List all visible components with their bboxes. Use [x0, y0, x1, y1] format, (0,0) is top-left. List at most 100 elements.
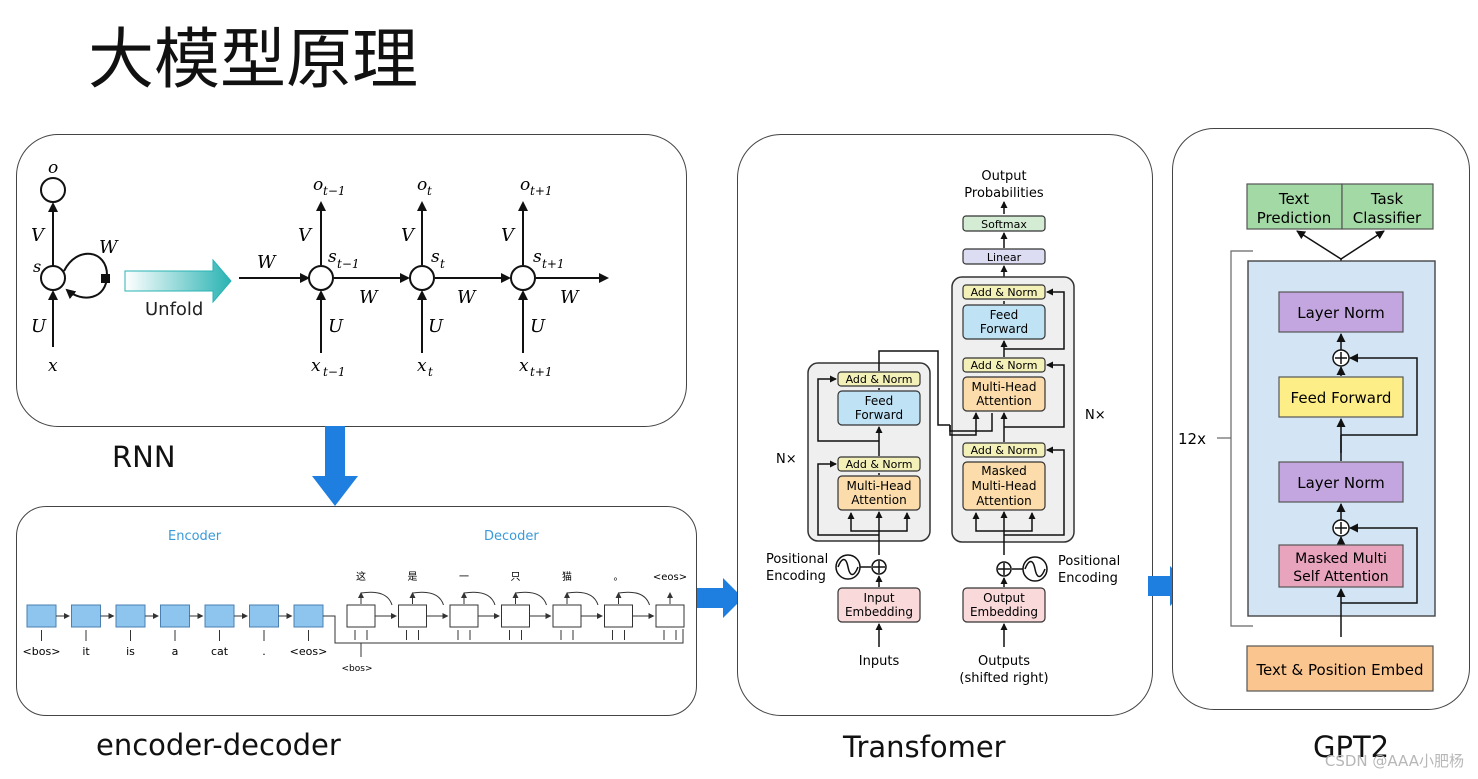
svg-text:o: o [520, 175, 530, 195]
decoder-positional-label: Positional [1058, 554, 1120, 569]
rnn-v-label: V [31, 225, 46, 246]
svg-text:o: o [417, 175, 427, 195]
encoder-nx-label: N× [776, 452, 797, 467]
decoder-cell: 一 [449, 572, 500, 640]
svg-text:U: U [428, 316, 444, 337]
rnn-o-node [40, 177, 66, 203]
svg-text:Softmax: Softmax [981, 218, 1027, 231]
svg-text:(shifted right): (shifted right) [959, 671, 1048, 686]
svg-text:o: o [313, 175, 323, 195]
rnn-caption: RNN [112, 440, 176, 474]
repeat-label: 12x [1178, 430, 1206, 448]
unfold-label: Unfold [145, 299, 203, 320]
svg-text:t−1: t−1 [337, 257, 360, 271]
encoder-cell: <eos> [290, 604, 328, 658]
encoder-positional-label: Positional [766, 552, 828, 567]
encoder-token: a [172, 645, 179, 658]
svg-text:Encoding: Encoding [1058, 571, 1118, 586]
encdec-caption: encoder-decoder [96, 728, 341, 762]
decoder-cell: <eos> [653, 572, 687, 640]
encoder-token: <eos> [290, 645, 328, 658]
decoder-token: <eos> [653, 572, 687, 583]
transformer-caption: Transfomer [843, 730, 1006, 764]
svg-text:x: x [417, 356, 427, 376]
decoder-cell: 只 [501, 572, 552, 640]
svg-text:Encoding: Encoding [766, 569, 826, 584]
decoder-cell: 是 [398, 571, 449, 640]
decoder-cell: 猫 [552, 570, 603, 640]
svg-text:W: W [257, 252, 277, 273]
svg-text:Forward: Forward [980, 322, 1028, 336]
rnn-panel: o V s W U x Unfold W V U o t−1 s t−1 x t… [16, 134, 687, 427]
svg-text:Add & Norm: Add & Norm [846, 373, 913, 386]
svg-text:Layer Norm: Layer Norm [1297, 474, 1385, 492]
svg-text:U: U [328, 316, 344, 337]
unfold-arrow [124, 258, 232, 304]
svg-text:V: V [401, 225, 416, 246]
svg-text:t−1: t−1 [323, 365, 346, 379]
svg-text:Multi-Head: Multi-Head [971, 479, 1036, 493]
svg-text:Add & Norm: Add & Norm [971, 359, 1038, 372]
encoder-cell: <bos> [23, 604, 70, 658]
svg-text:t: t [427, 184, 432, 198]
svg-text:Text: Text [1278, 190, 1309, 208]
svg-text:s: s [328, 247, 337, 267]
rnn-u-label: U [31, 316, 47, 337]
decoder-token: 这 [356, 570, 366, 583]
watermark: CSDN @AAA小肥杨 [1324, 752, 1464, 770]
svg-text:x: x [519, 356, 529, 376]
rnn-s-label: s [33, 257, 41, 276]
svg-text:t: t [440, 257, 445, 271]
svg-text:s: s [533, 247, 542, 267]
rnn-x-label: x [48, 356, 58, 376]
rnn-o-label: o [48, 158, 58, 178]
gpt2-panel: Text Prediction Task Classifier 12x Laye… [1172, 128, 1470, 710]
encoder-token: cat [211, 645, 229, 658]
svg-text:t: t [428, 365, 433, 379]
decoder-token: 只 [511, 572, 521, 583]
svg-text:Add & Norm: Add & Norm [846, 458, 913, 471]
svg-text:Classifier: Classifier [1353, 209, 1422, 227]
svg-text:Feed: Feed [865, 394, 894, 408]
svg-text:W: W [359, 287, 379, 308]
decoder-token: 。 [614, 572, 624, 583]
svg-text:V: V [501, 225, 516, 246]
encoder-cell: it [71, 604, 115, 658]
inputs-label: Inputs [859, 654, 900, 669]
svg-text:Add & Norm: Add & Norm [971, 286, 1038, 299]
svg-text:Masked: Masked [981, 464, 1026, 478]
rnn-s-node [40, 265, 66, 291]
encoder-token: it [82, 645, 90, 658]
svg-text:W: W [457, 287, 477, 308]
transformer-diagram: Output Probabilities Softmax Linear N× A… [766, 169, 1120, 686]
svg-text:Masked Multi: Masked Multi [1295, 551, 1387, 567]
encoder-decoder-panel: Encoder Decoder <bos> it is a cat. <eos> 这 是 一 只… [16, 506, 697, 716]
decoder-cell: 。 [604, 572, 655, 640]
down-arrow [312, 426, 358, 506]
outputs-label: Outputs [978, 654, 1030, 669]
svg-text:Multi-Head: Multi-Head [971, 380, 1036, 394]
rnn-diagram: o V s W U x Unfold W V U o t−1 s t−1 x t… [31, 158, 609, 379]
decoder-cell: 这 [346, 570, 397, 640]
svg-text:t+1: t+1 [530, 184, 553, 198]
svg-text:Task: Task [1370, 190, 1404, 208]
encoder-token: is [126, 645, 135, 658]
svg-text:Embedding: Embedding [970, 605, 1038, 619]
svg-text:Forward: Forward [855, 408, 903, 422]
decoder-token: 一 [459, 572, 469, 583]
svg-text:t+1: t+1 [542, 257, 565, 271]
svg-text:Feed: Feed [990, 308, 1019, 322]
svg-text:Input: Input [863, 591, 894, 605]
decoder-bos-token: <bos> [342, 664, 373, 674]
svg-text:Feed Forward: Feed Forward [1291, 389, 1392, 407]
encoder-cell: a [160, 604, 204, 658]
svg-text:Attention: Attention [851, 493, 906, 507]
svg-text:Probabilities: Probabilities [964, 186, 1044, 201]
svg-text:s: s [431, 247, 440, 267]
svg-text:Linear: Linear [987, 251, 1022, 264]
svg-text:Attention: Attention [976, 394, 1031, 408]
svg-text:Embedding: Embedding [845, 605, 913, 619]
encoder-token: <bos> [23, 645, 61, 658]
svg-text:t+1: t+1 [530, 365, 553, 379]
svg-text:V: V [298, 225, 313, 246]
